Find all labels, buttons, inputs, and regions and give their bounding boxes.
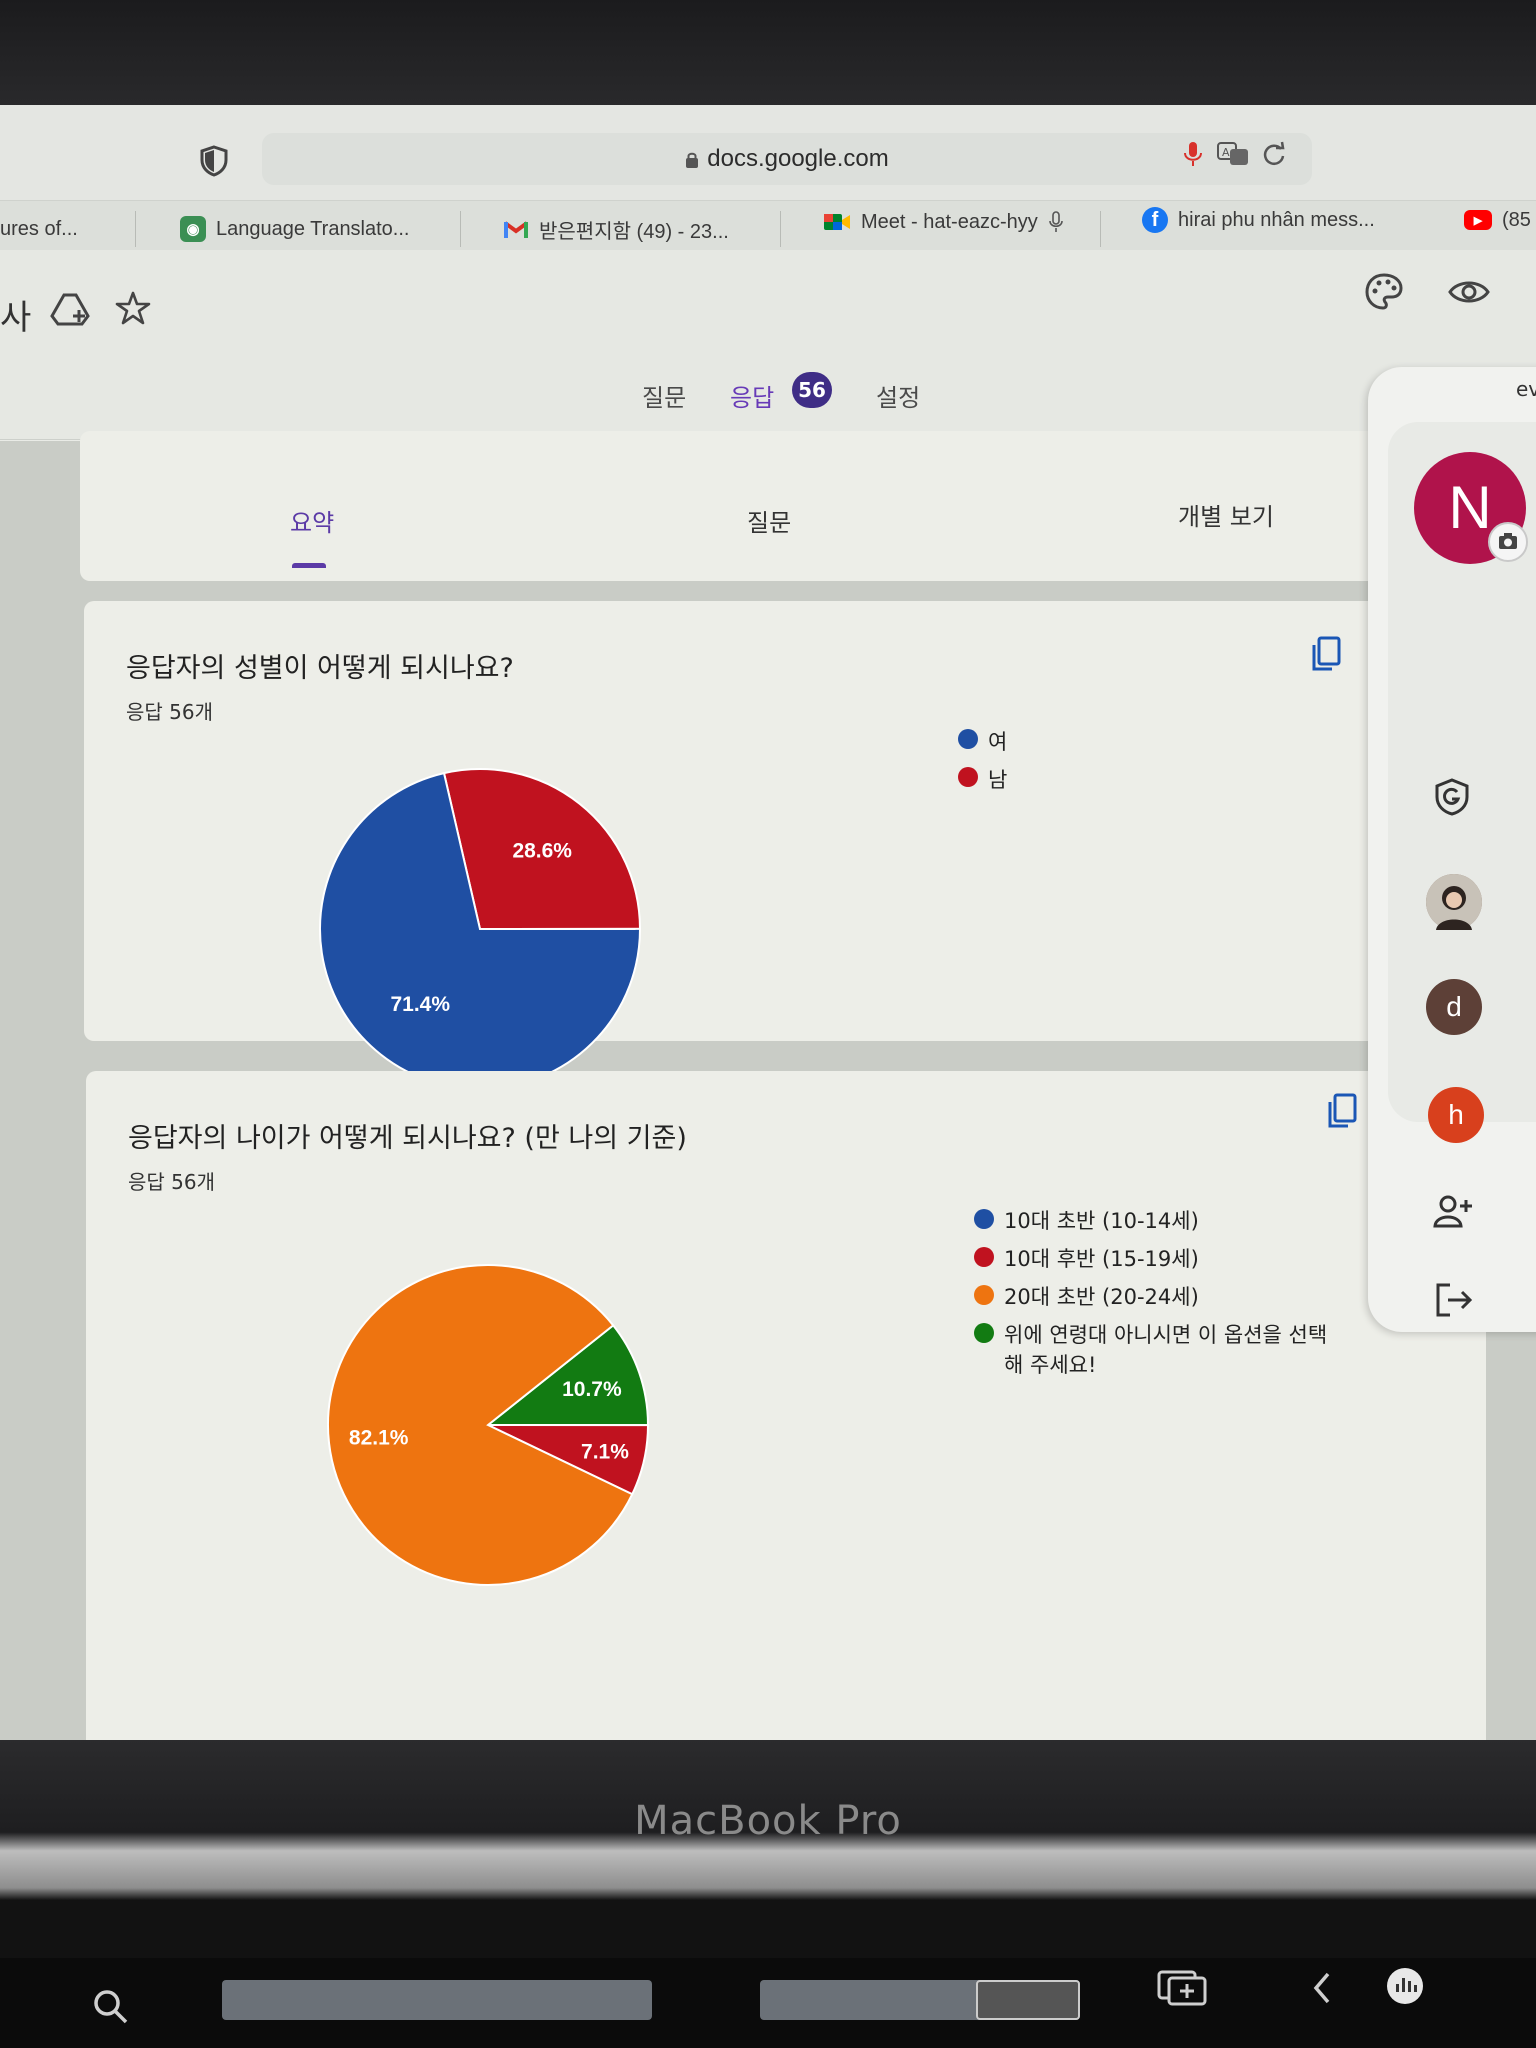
subtab-individual[interactable]: 개별 보기	[1178, 497, 1274, 532]
microphone-icon[interactable]	[1182, 140, 1204, 168]
legend-swatch	[974, 1209, 994, 1229]
response-count-badge: 56	[792, 372, 832, 408]
reload-icon[interactable]	[1262, 141, 1286, 167]
active-subtab-indicator	[292, 563, 326, 568]
account-side-panel: ev N d h	[1368, 367, 1536, 1332]
camera-icon[interactable]	[1488, 522, 1528, 562]
response-count: 응답 56개	[128, 1170, 216, 1194]
facebook-icon: f	[1142, 207, 1168, 233]
legend-swatch	[974, 1285, 994, 1305]
browser-toolbar: docs.google.com A	[0, 105, 1536, 200]
chevron-left-icon[interactable]	[1310, 1970, 1334, 2006]
legend-swatch	[974, 1247, 994, 1267]
question-title: 응답자의 나이가 어떻게 되시나요? (만 나의 기준)	[128, 1123, 687, 1154]
gmail-icon	[503, 221, 529, 238]
legend-item: 20대 초반 (20-24세)	[974, 1282, 1344, 1312]
subtab-question[interactable]: 질문	[747, 503, 791, 538]
content-background: 요약 질문 개별 보기 응답자의 성별이 어떻게 되시나요? 응답 56개 28…	[0, 431, 1536, 1740]
forms-header: 사 질문 응답 56 설정	[0, 250, 1536, 440]
screen: docs.google.com A ures of... ◉ Language …	[0, 105, 1536, 1740]
palette-icon[interactable]	[1364, 272, 1404, 312]
robot-favicon-icon: ◉	[180, 216, 206, 242]
subtab-summary[interactable]: 요약	[290, 503, 334, 538]
tab-settings[interactable]: 설정	[876, 378, 920, 413]
account-avatar-photo[interactable]	[1426, 874, 1482, 930]
legend-swatch	[958, 729, 978, 749]
legend-item: 10대 후반 (15-19세)	[974, 1244, 1344, 1274]
siri-icon[interactable]	[1382, 1966, 1428, 2006]
browser-tab[interactable]: 받은편지함 (49) - 23...	[503, 209, 729, 249]
gender-pie-chart: 28.6% 71.4%	[319, 768, 642, 1090]
pie-data-label: 10.7%	[562, 1378, 622, 1401]
move-to-drive-icon[interactable]	[50, 292, 90, 326]
pie-data-label: 82.1%	[349, 1426, 409, 1449]
youtube-icon: ▶	[1464, 210, 1492, 230]
response-count: 응답 56개	[126, 700, 214, 724]
form-title[interactable]: 사	[0, 290, 31, 339]
chart-legend: 여 남	[958, 726, 1007, 802]
url-text: docs.google.com	[707, 145, 889, 172]
browser-tab[interactable]: ures of...	[0, 209, 78, 249]
copy-chart-icon[interactable]	[1310, 636, 1342, 672]
chart-legend: 10대 초반 (10-14세) 10대 후반 (15-19세) 20대 초반 (…	[974, 1206, 1344, 1388]
add-account-icon[interactable]	[1432, 1192, 1474, 1230]
device-label: MacBook Pro	[634, 1798, 902, 1844]
legend-swatch	[974, 1323, 994, 1343]
laptop-bezel-top	[0, 0, 1536, 110]
response-view-tabs: 요약 질문 개별 보기	[80, 431, 1380, 581]
search-icon[interactable]	[90, 1986, 130, 2026]
pie-data-label: 71.4%	[390, 993, 450, 1016]
question-summary-card: 응답자의 성별이 어떻게 되시나요? 응답 56개 28.6% 71.4% 여 남	[84, 601, 1384, 1090]
legend-item: 위에 연령대 아니시면 이 옵션을 선택해 주세요!	[974, 1320, 1344, 1380]
star-icon[interactable]	[115, 290, 151, 326]
legend-item: 남	[958, 764, 1007, 794]
copy-chart-icon[interactable]	[1326, 1093, 1358, 1129]
address-bar[interactable]: docs.google.com	[262, 133, 1312, 185]
account-avatar[interactable]: h	[1428, 1087, 1484, 1143]
question-title: 응답자의 성별이 어떻게 되시나요?	[126, 653, 514, 684]
pie-data-label: 28.6%	[512, 840, 572, 863]
browser-tab-strip: ures of... ◉ Language Translato... 받은편지함…	[0, 200, 1536, 250]
account-email-fragment: ev	[1516, 377, 1536, 401]
age-pie-chart: 10.7% 7.1% 82.1%	[327, 1264, 650, 1586]
lock-icon	[686, 152, 699, 168]
pie-data-label: 7.1%	[581, 1441, 629, 1464]
browser-tab[interactable]: ▶ (85	[1464, 200, 1531, 240]
tab-questions[interactable]: 질문	[642, 378, 686, 413]
translate-icon[interactable]: A	[1216, 141, 1250, 167]
new-desktop-icon[interactable]	[1155, 1966, 1211, 2006]
legend-item: 여	[958, 726, 1007, 756]
browser-tab[interactable]: f hirai phu nhân mess...	[1142, 200, 1375, 240]
touch-bar	[0, 1958, 1536, 2048]
touch-bar-selected-thumbnail[interactable]	[976, 1980, 1080, 2020]
browser-tab[interactable]: ◉ Language Translato...	[180, 209, 409, 249]
meet-icon	[824, 214, 850, 230]
preview-eye-icon[interactable]	[1448, 278, 1490, 306]
legend-item: 10대 초반 (10-14세)	[974, 1206, 1344, 1236]
shield-icon[interactable]	[200, 145, 228, 177]
svg-text:A: A	[1222, 146, 1230, 159]
sign-out-icon[interactable]	[1434, 1282, 1474, 1318]
account-avatar[interactable]: d	[1426, 979, 1482, 1035]
legend-swatch	[958, 767, 978, 787]
touch-bar-thumbnail-strip[interactable]	[222, 1980, 652, 2020]
question-summary-card: 응답자의 나이가 어떻게 되시나요? (만 나의 기준) 응답 56개 10.7…	[86, 1071, 1486, 1740]
browser-tab[interactable]: Meet - hat-eazc-hyy	[823, 202, 1064, 242]
microphone-icon[interactable]	[1048, 211, 1064, 233]
grammarly-icon[interactable]	[1432, 777, 1472, 817]
tab-responses[interactable]: 응답	[730, 378, 774, 413]
